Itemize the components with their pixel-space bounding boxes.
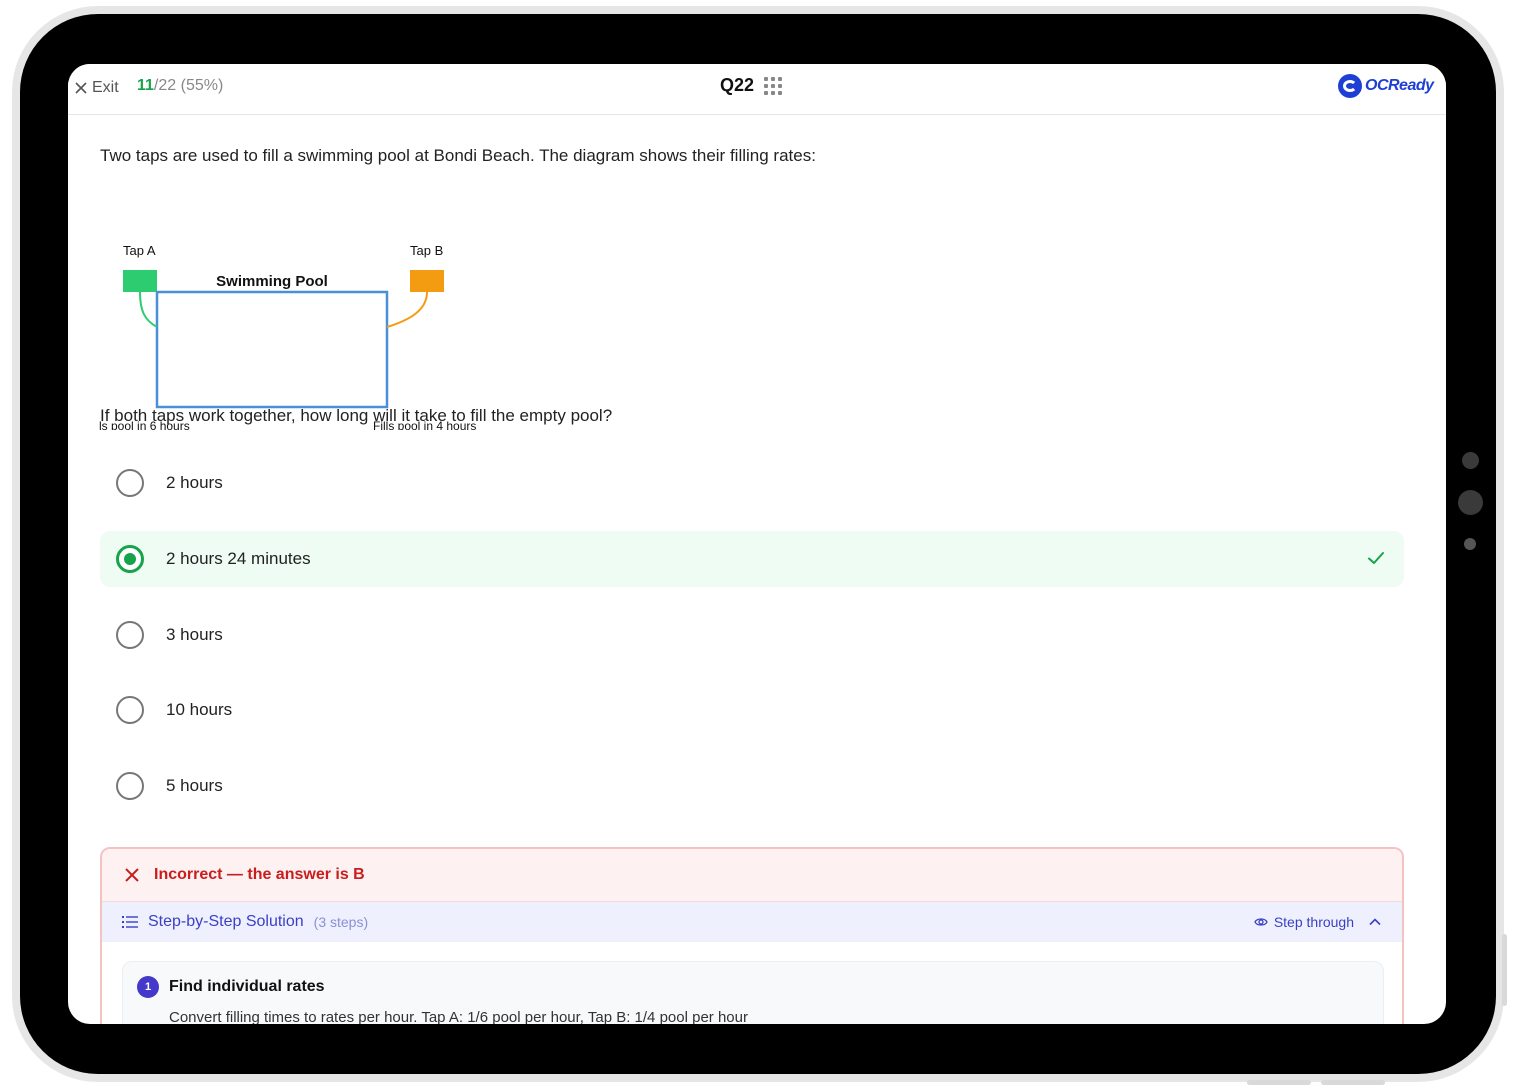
solution-step-count: (3 steps) [313, 914, 369, 930]
camera-lens [1458, 490, 1483, 515]
radio-button[interactable] [116, 469, 144, 497]
answer-option-c[interactable]: 3 hours [100, 607, 1404, 663]
logo-text: OCReady [1365, 77, 1434, 94]
feedback-panel: Incorrect — the answer is B Step-by-Step… [100, 847, 1404, 1024]
exit-button[interactable]: Exit [74, 76, 119, 100]
step-through-label: Step through [1273, 914, 1354, 930]
solution-header[interactable]: Step-by-Step Solution (3 steps) Step thr… [102, 902, 1402, 942]
radio-button[interactable] [116, 621, 144, 649]
feedback-header: Incorrect — the answer is B [102, 849, 1402, 902]
tap-b [410, 270, 444, 292]
radio-button-selected[interactable] [116, 545, 144, 573]
top-bar: Exit 11/22 (55%) Q22 OCReady [68, 64, 1446, 115]
option-label: 3 hours [166, 625, 223, 644]
answer-option-a[interactable]: 2 hours [100, 455, 1404, 511]
pool-label: Swimming Pool [216, 273, 328, 290]
sensor-dot [1464, 538, 1476, 550]
exit-label: Exit [92, 79, 119, 96]
checkmark-icon [1368, 552, 1384, 564]
app-screen: Exit 11/22 (55%) Q22 OCReady Two taps ar… [68, 64, 1446, 1024]
step-number-badge: 1 [137, 976, 159, 998]
logo-icon [1338, 74, 1362, 98]
pool [155, 290, 389, 409]
pool-diagram: Tap A Tap B Swimming Pool ls pool in 6 h… [99, 243, 476, 430]
tap-a-label: Tap A [123, 243, 156, 258]
step-through-button[interactable]: Step through [1254, 914, 1354, 930]
option-label: 5 hours [166, 776, 223, 795]
radio-button[interactable] [116, 696, 144, 724]
progress-done: 11 [137, 77, 154, 94]
question-prompt: If both taps work together, how long wil… [100, 406, 613, 425]
step-description: Convert filling times to rates per hour.… [169, 1009, 748, 1024]
radio-button[interactable] [116, 772, 144, 800]
option-label: 2 hours [166, 473, 223, 492]
tap-a-pipe [139, 291, 158, 328]
eye-icon [1254, 918, 1268, 926]
option-label: 10 hours [166, 700, 233, 719]
answer-option-d[interactable]: 10 hours [100, 682, 1404, 738]
question-number: Q22 [720, 75, 755, 95]
solution-title: Step-by-Step Solution [148, 913, 304, 930]
camera-dot [1462, 452, 1479, 469]
list-icon [122, 916, 138, 928]
chevron-up-icon[interactable] [1368, 915, 1382, 929]
bottom-button-right [1321, 1080, 1385, 1085]
progress-counter: 11/22 (55%) [137, 77, 223, 95]
close-icon [125, 868, 139, 882]
tap-b-pipe [386, 291, 428, 328]
grid-icon[interactable] [764, 76, 783, 95]
question-content: Two taps are used to fill a swimming poo… [68, 115, 1446, 1024]
answer-option-e[interactable]: 5 hours [100, 758, 1404, 814]
step-title: Find individual rates [169, 978, 325, 995]
question-navigator[interactable]: Q22 [720, 75, 783, 96]
feedback-title: Incorrect — the answer is B [154, 866, 365, 883]
tap-a [123, 270, 157, 292]
ocready-logo: OCReady [1338, 74, 1434, 98]
solution-step-card: 1 Find individual rates Convert filling … [122, 961, 1384, 1024]
bottom-button-left [1247, 1080, 1311, 1085]
progress-rest: /22 (55%) [153, 77, 224, 94]
answer-option-b[interactable]: 2 hours 24 minutes [100, 531, 1404, 587]
tap-b-label: Tap B [410, 243, 443, 258]
question-intro: Two taps are used to fill a swimming poo… [100, 146, 816, 165]
close-icon [75, 82, 87, 94]
option-label: 2 hours 24 minutes [166, 549, 311, 568]
volume-button [1502, 934, 1507, 1006]
